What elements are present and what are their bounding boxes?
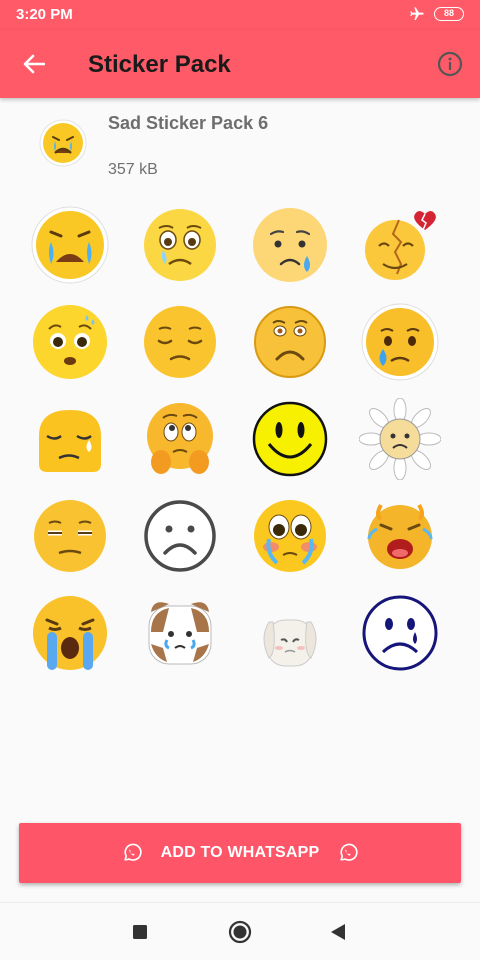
sleepy-tear-face-sticker [39, 409, 101, 472]
crying-tears-face-sticker [31, 206, 109, 283]
pack-name: Sad Sticker Pack 6 [108, 113, 269, 133]
circle-icon [228, 920, 252, 944]
sticker-cell[interactable] [346, 487, 454, 584]
sticker-cell[interactable] [126, 584, 234, 681]
pack-size: 357 kB [108, 161, 158, 178]
crying-teardrop-face-sticker [361, 303, 439, 380]
pleading-teary-face-sticker [144, 208, 216, 281]
system-nav-bar [0, 902, 480, 960]
screaming-crying-face-sticker [367, 503, 433, 569]
sticker-cell[interactable] [236, 390, 344, 487]
add-button-label: ADD TO WHATSAPP [160, 844, 320, 861]
unamused-face-sticker [34, 499, 106, 572]
sticker-cell[interactable] [236, 487, 344, 584]
whatsapp-icon [123, 843, 142, 861]
pack-header: Sad Sticker Pack 6 357 kB [0, 98, 480, 190]
sticker-cell[interactable] [346, 584, 454, 681]
daisy-sad-face-sticker [359, 397, 441, 480]
sticker-cell[interactable] [126, 196, 234, 293]
recents-button[interactable] [127, 919, 153, 945]
status-time: 3:20 PM [16, 6, 73, 23]
back-button[interactable] [18, 50, 50, 78]
airplane-mode-icon [410, 7, 424, 20]
sticker-cell[interactable] [126, 293, 234, 390]
sticker-cell[interactable] [16, 487, 124, 584]
sticker-cell[interactable] [346, 196, 454, 293]
frowning-face-sticker [254, 305, 326, 378]
sticker-cell[interactable] [236, 584, 344, 681]
status-icons: 88 [408, 6, 464, 22]
sticker-cell[interactable] [346, 390, 454, 487]
battery-icon: 88 [434, 7, 464, 21]
sticker-cell[interactable] [236, 196, 344, 293]
home-button[interactable] [227, 919, 253, 945]
sticker-cell[interactable] [16, 584, 124, 681]
crying-bunny-sticker [263, 619, 317, 666]
sticker-cell[interactable] [346, 293, 454, 390]
crying-face-icon [39, 119, 87, 167]
sticker-cell[interactable] [126, 487, 234, 584]
worried-face-hands-sticker [147, 402, 213, 474]
status-bar: 3:20 PM 88 [0, 0, 480, 30]
anxious-face-sticker [33, 304, 107, 379]
whatsapp-icon [340, 843, 359, 861]
triangle-back-icon [331, 924, 345, 940]
crying-hamster-sticker [148, 601, 212, 664]
sticker-cell[interactable] [16, 196, 124, 293]
sticker-cell[interactable] [236, 293, 344, 390]
loudly-crying-face-sticker [33, 595, 107, 670]
blue-sad-face-tear-sticker [362, 595, 438, 670]
arrow-left-icon [23, 54, 45, 74]
square-icon [133, 925, 147, 939]
cracked-face-broken-heart-sticker [365, 210, 436, 280]
pensive-face-sticker [144, 305, 216, 378]
sticker-cell[interactable] [16, 293, 124, 390]
classic-smiley-sticker [252, 401, 328, 476]
app-bar: Sticker Pack [0, 30, 480, 98]
sticker-cell[interactable] [16, 390, 124, 487]
nav-back-button[interactable] [325, 919, 351, 945]
sobbing-blushing-face-sticker [254, 499, 326, 572]
page-title: Sticker Pack [88, 51, 231, 78]
outline-sad-face-sticker [144, 499, 216, 572]
battery-level: 88 [443, 8, 454, 18]
sticker-cell[interactable] [126, 390, 234, 487]
sticker-grid [16, 196, 464, 681]
info-circle-icon[interactable] [436, 50, 464, 78]
sad-face-with-tear-sticker [253, 207, 327, 282]
add-to-whatsapp-button[interactable]: ADD TO WHATSAPP [19, 823, 461, 883]
